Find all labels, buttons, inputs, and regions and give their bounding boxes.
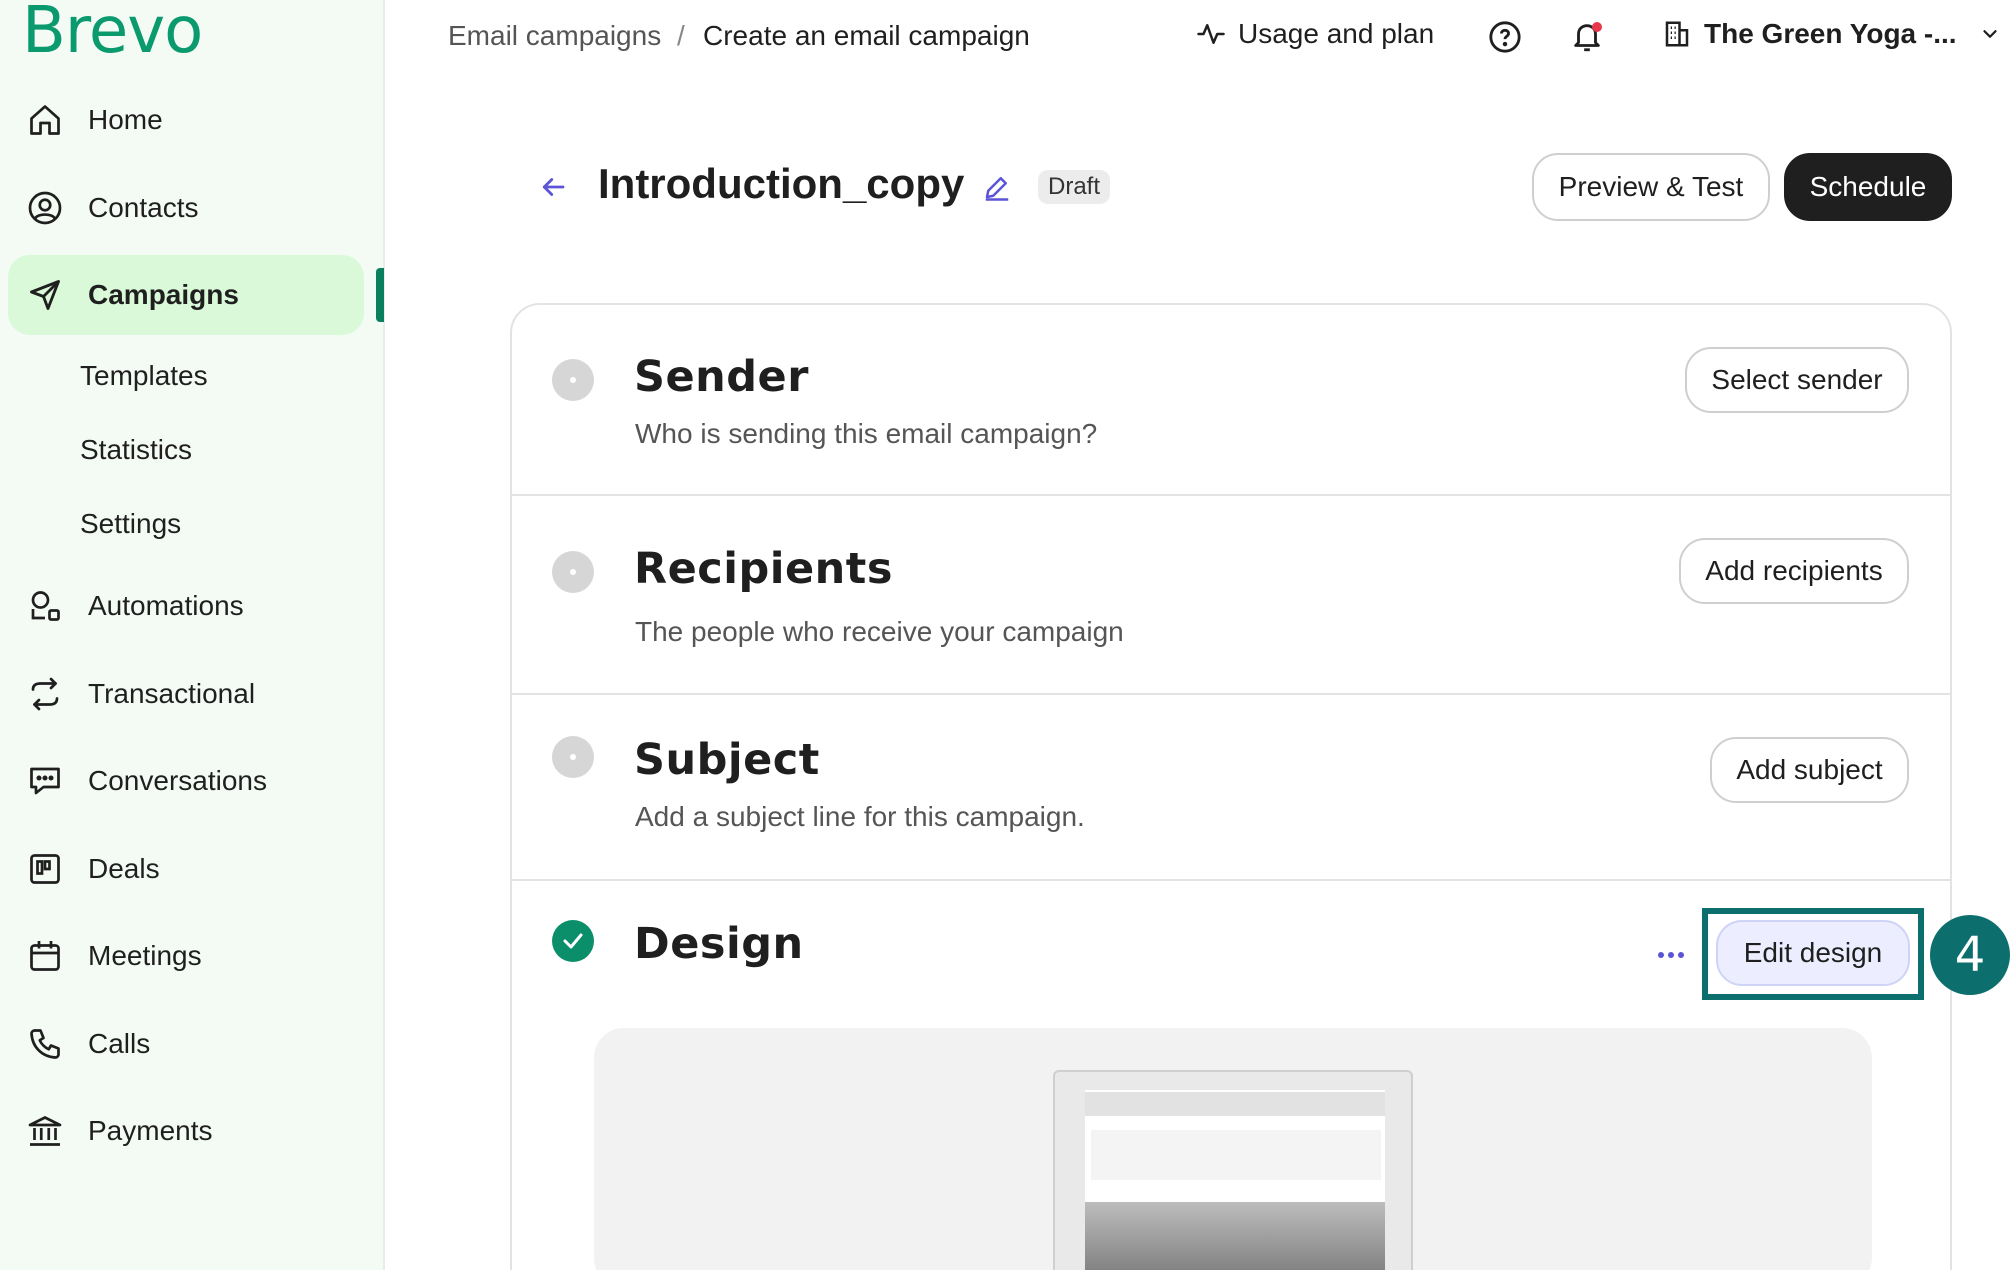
sidebar-item-label: Campaigns (88, 279, 239, 310)
usage-and-plan-link[interactable]: Usage and plan (1196, 18, 1434, 50)
help-icon[interactable] (1488, 20, 1522, 54)
usage-label: Usage and plan (1238, 18, 1435, 49)
sender-status-icon (552, 359, 594, 401)
sidebar: Brevo Home Contacts Campaigns Templates … (0, 0, 385, 1270)
preview-test-button[interactable]: Preview & Test (1532, 153, 1770, 221)
active-indicator (376, 268, 384, 322)
sidebar-item-automations[interactable]: Automations (8, 566, 364, 646)
sidebar-item-campaigns[interactable]: Campaigns (8, 255, 364, 335)
conversations-icon (25, 761, 65, 801)
sidebar-item-calls[interactable]: Calls (8, 1004, 364, 1084)
automations-icon (25, 586, 65, 626)
notification-dot (1592, 22, 1602, 32)
breadcrumb-email-campaigns[interactable]: Email campaigns (448, 20, 661, 52)
contacts-icon (25, 188, 65, 228)
sender-description: Who is sending this email campaign? (635, 418, 1098, 449)
add-recipients-button[interactable]: Add recipients (1679, 538, 1909, 604)
subject-status-icon (552, 736, 594, 778)
sidebar-subitem-templates[interactable]: Templates (80, 360, 208, 392)
sidebar-item-deals[interactable]: Deals (8, 829, 364, 909)
sidebar-item-meetings[interactable]: Meetings (8, 916, 364, 996)
tutorial-step-badge: 4 (1930, 915, 2010, 995)
thumbnail-header-bar (1085, 1092, 1385, 1116)
sidebar-item-label: Transactional (88, 678, 256, 709)
deals-icon (25, 849, 65, 889)
design-thumbnail[interactable] (1053, 1070, 1413, 1270)
sidebar-item-conversations[interactable]: Conversations (8, 741, 364, 821)
campaign-title: Introduction_copy (598, 160, 965, 207)
design-complete-check-icon (552, 920, 594, 962)
recipients-title: Recipients (634, 544, 893, 594)
transactional-icon (25, 674, 65, 714)
back-arrow-icon[interactable] (538, 172, 568, 202)
sidebar-item-label: Home (88, 104, 163, 135)
schedule-button[interactable]: Schedule (1784, 153, 1952, 221)
phone-icon (25, 1024, 65, 1064)
bank-icon (25, 1111, 65, 1151)
breadcrumb-current: Create an email campaign (703, 20, 1030, 51)
brevo-logo[interactable]: Brevo (22, 0, 203, 68)
thumbnail-image (1085, 1202, 1385, 1270)
building-icon (1665, 21, 1689, 47)
sidebar-item-payments[interactable]: Payments (8, 1091, 364, 1171)
calendar-icon (25, 936, 65, 976)
account-switcher[interactable]: The Green Yoga -... (1662, 18, 2001, 50)
add-subject-button[interactable]: Add subject (1710, 737, 1909, 803)
section-divider (510, 494, 1952, 496)
chevron-down-icon (1982, 30, 1997, 38)
design-title: Design (634, 919, 804, 969)
sidebar-item-label: Conversations (88, 765, 267, 796)
sidebar-subitem-settings[interactable]: Settings (80, 508, 181, 540)
activity-icon (1197, 24, 1225, 44)
account-name: The Green Yoga -... (1704, 18, 1957, 49)
sidebar-item-label: Contacts (88, 192, 199, 223)
sidebar-item-label: Calls (88, 1028, 151, 1059)
thumbnail-banner (1091, 1130, 1381, 1180)
subject-description: Add a subject line for this campaign. (635, 801, 1085, 832)
sidebar-item-label: Meetings (88, 940, 202, 971)
sidebar-item-label: Payments (88, 1115, 213, 1146)
status-badge: Draft (1038, 170, 1111, 204)
home-icon (25, 100, 65, 140)
sidebar-subitem-statistics[interactable]: Statistics (80, 434, 192, 466)
sidebar-item-home[interactable]: Home (8, 80, 364, 160)
recipients-description: The people who receive your campaign (635, 616, 1124, 647)
breadcrumb-separator: / (677, 20, 685, 51)
subject-title: Subject (634, 735, 820, 785)
section-divider (510, 693, 1952, 695)
edit-design-button[interactable]: Edit design (1716, 920, 1910, 986)
sidebar-item-label: Automations (88, 590, 244, 621)
select-sender-button[interactable]: Select sender (1685, 347, 1909, 413)
edit-title-pencil-icon[interactable] (982, 172, 1012, 202)
send-icon (25, 275, 65, 315)
sidebar-item-contacts[interactable]: Contacts (8, 168, 364, 248)
more-options-icon[interactable] (1656, 950, 1686, 960)
sidebar-item-label: Deals (88, 853, 160, 884)
recipients-status-icon (552, 551, 594, 593)
section-divider (510, 879, 1952, 881)
sidebar-item-transactional[interactable]: Transactional (8, 654, 364, 734)
sender-title: Sender (634, 352, 809, 402)
